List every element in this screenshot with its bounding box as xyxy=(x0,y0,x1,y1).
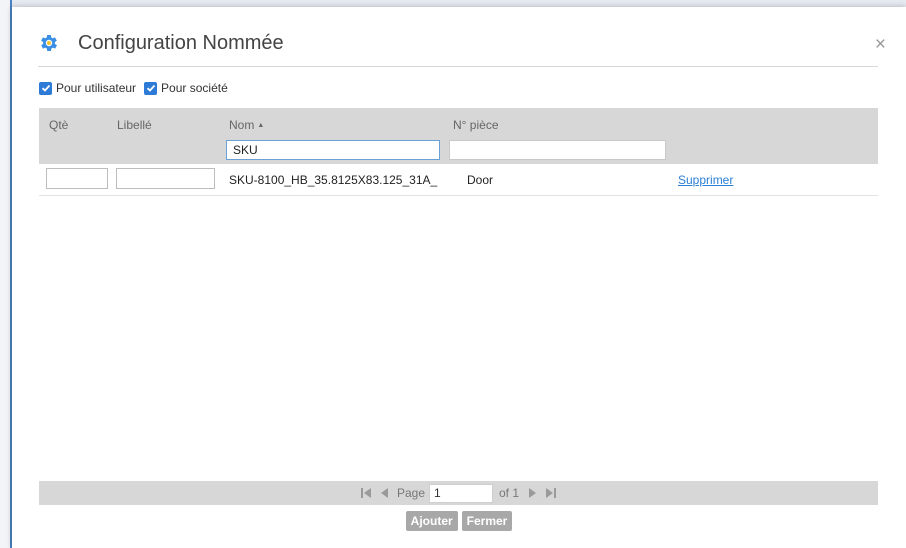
table-row: SKU-8100_HB_35.8125X83.125_31A_ Door Sup… xyxy=(39,165,878,196)
next-page-icon[interactable] xyxy=(525,485,541,501)
previous-page-icon[interactable] xyxy=(376,485,392,501)
footer-buttons: Ajouter Fermer xyxy=(12,511,906,531)
column-header-label[interactable]: Libellé xyxy=(117,118,152,132)
add-button[interactable]: Ajouter xyxy=(405,511,458,531)
page-count-label: of 1 xyxy=(499,486,520,500)
page-label: Page xyxy=(396,486,425,500)
dialog-header: Configuration Nommée × xyxy=(38,27,886,67)
page-number-input[interactable] xyxy=(429,483,493,503)
sort-ascending-icon: ▲ xyxy=(257,122,265,129)
background-window-edge xyxy=(0,0,12,548)
filter-options: Pour utilisateur Pour société xyxy=(39,80,236,96)
checkmark-icon xyxy=(146,84,155,92)
gear-icon xyxy=(38,32,60,54)
filter-user[interactable]: Pour utilisateur xyxy=(39,81,136,95)
grid-header: Qtè Libellé Nom ▲ N° pièce xyxy=(39,108,878,164)
checkmark-icon xyxy=(41,84,50,92)
column-header-name-text: Nom xyxy=(229,118,255,132)
last-page-icon[interactable] xyxy=(543,485,559,501)
close-icon[interactable]: × xyxy=(875,35,886,55)
name-filter-input[interactable] xyxy=(226,140,440,160)
user-checkbox-label: Pour utilisateur xyxy=(56,81,137,95)
row-part: Door xyxy=(467,173,494,187)
row-name: SKU-8100_HB_35.8125X83.125_31A_ xyxy=(229,173,438,187)
delete-link[interactable]: Supprimer xyxy=(678,173,733,187)
named-configuration-dialog: Configuration Nommée × Pour utilisateur … xyxy=(12,7,906,548)
column-header-part[interactable]: N° pièce xyxy=(453,118,499,132)
company-checkbox[interactable] xyxy=(144,81,158,95)
qty-input[interactable] xyxy=(46,168,108,189)
dialog-title: Configuration Nommée xyxy=(78,32,284,54)
part-filter-input[interactable] xyxy=(449,140,666,160)
label-input[interactable] xyxy=(116,168,215,189)
pager: Page of 1 xyxy=(39,481,878,505)
close-button[interactable]: Fermer xyxy=(461,511,513,531)
filter-company[interactable]: Pour société xyxy=(144,81,228,95)
background-window-top xyxy=(12,0,906,7)
first-page-icon[interactable] xyxy=(358,485,374,501)
user-checkbox[interactable] xyxy=(39,81,52,95)
company-checkbox-label: Pour société xyxy=(161,81,228,95)
column-header-name[interactable]: Nom ▲ xyxy=(229,118,264,132)
page: Configuration Nommée × Pour utilisateur … xyxy=(0,0,906,548)
column-header-qty[interactable]: Qtè xyxy=(49,118,68,132)
